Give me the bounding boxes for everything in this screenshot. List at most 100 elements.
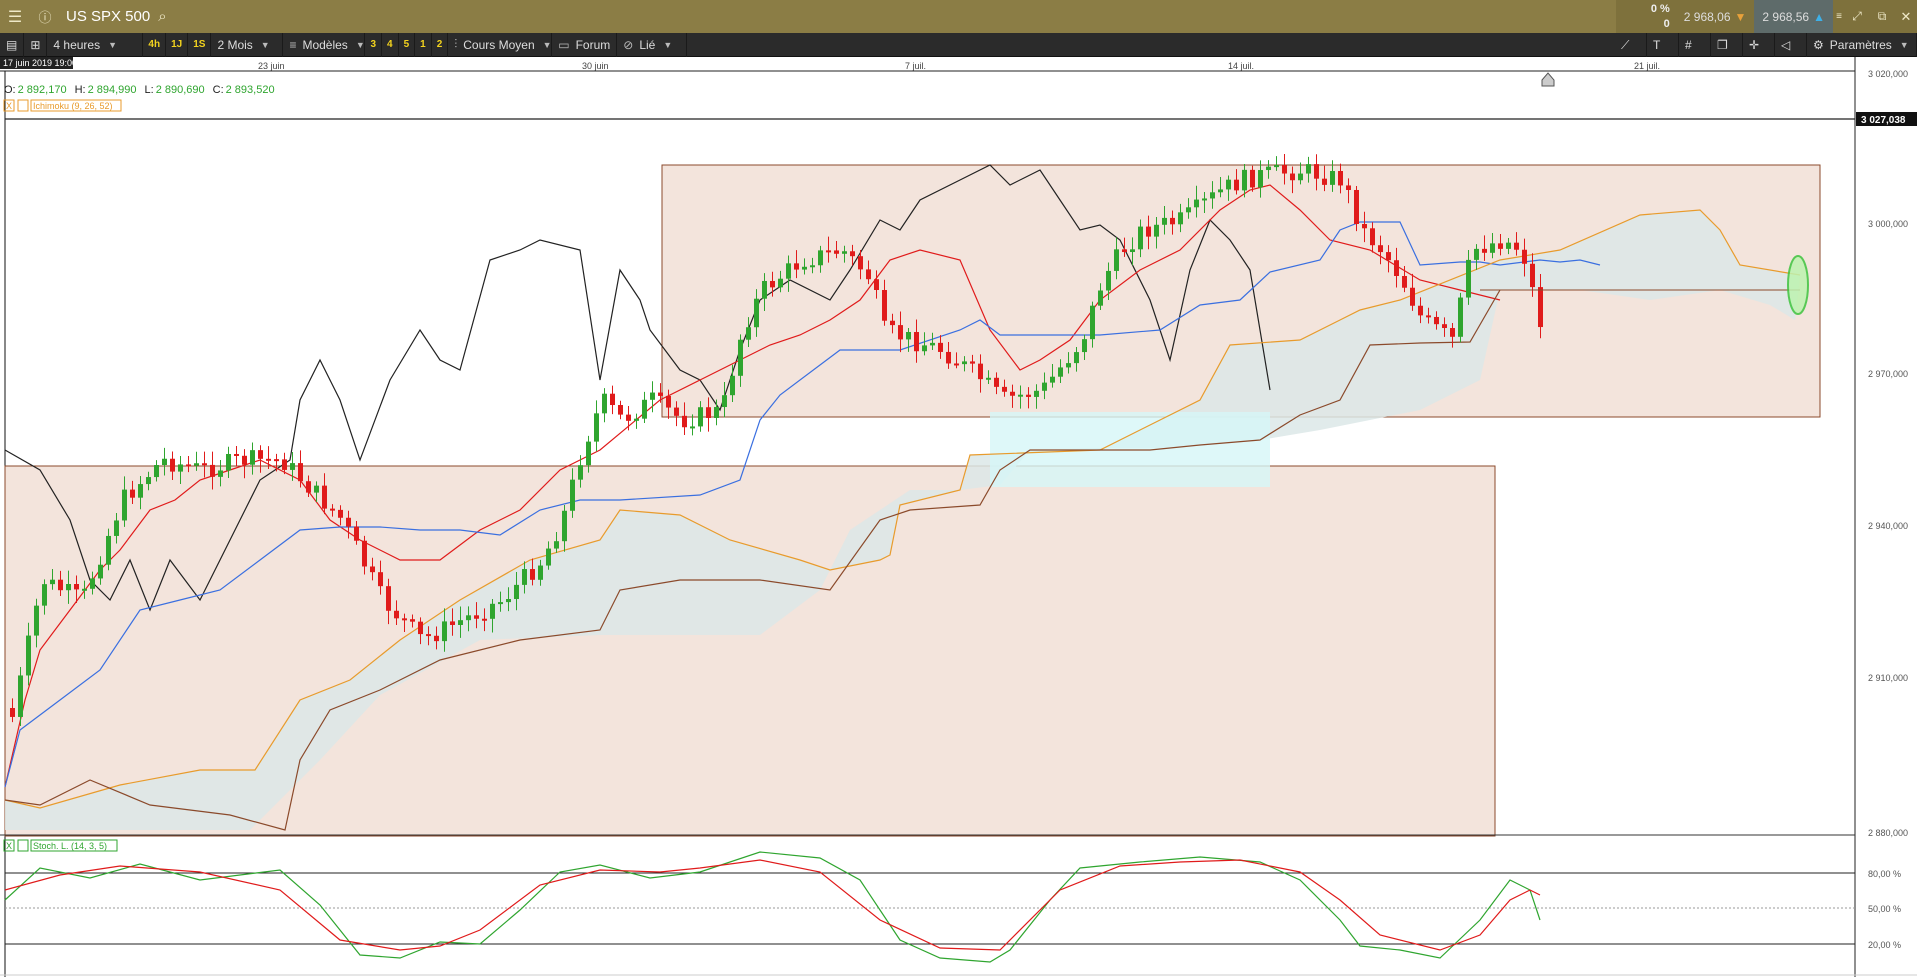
candle[interactable] xyxy=(1490,243,1495,253)
candle[interactable] xyxy=(162,458,167,466)
candle[interactable] xyxy=(354,526,359,541)
candle[interactable] xyxy=(1418,305,1423,316)
candle[interactable] xyxy=(1426,315,1431,318)
candle[interactable] xyxy=(42,584,47,606)
candle[interactable] xyxy=(1450,328,1455,337)
candle[interactable] xyxy=(1146,226,1151,237)
candle[interactable] xyxy=(1242,169,1247,191)
candle[interactable] xyxy=(178,464,183,472)
candle[interactable] xyxy=(954,363,959,366)
candle[interactable] xyxy=(66,584,71,591)
tag-icon[interactable]: ◁ xyxy=(1775,33,1807,57)
preset-2[interactable]: 2 xyxy=(432,32,449,57)
candle[interactable] xyxy=(90,578,95,589)
candle[interactable] xyxy=(1202,198,1207,201)
trendline-icon[interactable]: ⟋ xyxy=(1615,33,1647,57)
candle[interactable] xyxy=(882,290,887,321)
candle[interactable] xyxy=(1082,339,1087,353)
candle[interactable] xyxy=(786,263,791,279)
candle[interactable] xyxy=(1074,352,1079,364)
grid-icon[interactable]: # xyxy=(1679,33,1711,57)
candle[interactable] xyxy=(698,407,703,427)
candle[interactable] xyxy=(410,619,415,622)
candle[interactable] xyxy=(1042,382,1047,391)
candle[interactable] xyxy=(674,407,679,416)
candle[interactable] xyxy=(1370,228,1375,246)
candle[interactable] xyxy=(1170,217,1175,225)
menu-icon[interactable]: ☰ xyxy=(0,0,30,33)
candle[interactable] xyxy=(402,618,407,621)
candle[interactable] xyxy=(186,464,191,467)
candle[interactable] xyxy=(858,256,863,270)
candle[interactable] xyxy=(1282,165,1287,174)
candle[interactable] xyxy=(594,413,599,442)
candle[interactable] xyxy=(762,280,767,299)
candle[interactable] xyxy=(514,584,519,600)
candle[interactable] xyxy=(50,579,55,585)
candle[interactable] xyxy=(1466,259,1471,298)
candle[interactable] xyxy=(234,453,239,456)
candle[interactable] xyxy=(586,441,591,466)
candle[interactable] xyxy=(1162,217,1167,225)
candle[interactable] xyxy=(26,635,31,676)
candle[interactable] xyxy=(794,263,799,270)
candle[interactable] xyxy=(466,615,471,621)
candle[interactable] xyxy=(154,465,159,478)
candle[interactable] xyxy=(1218,189,1223,193)
candle[interactable] xyxy=(18,675,23,717)
candle[interactable] xyxy=(442,621,447,642)
candle[interactable] xyxy=(1386,252,1391,261)
candle[interactable] xyxy=(1482,248,1487,253)
candle[interactable] xyxy=(194,463,199,466)
candle[interactable] xyxy=(1330,171,1335,185)
candle[interactable] xyxy=(1346,185,1351,190)
candle[interactable] xyxy=(538,565,543,580)
candle[interactable] xyxy=(1378,245,1383,253)
popout-icon[interactable]: ⧉ xyxy=(1869,0,1895,33)
candle[interactable] xyxy=(522,569,527,585)
candle[interactable] xyxy=(378,572,383,587)
candle[interactable] xyxy=(1026,394,1031,397)
candle[interactable] xyxy=(690,426,695,429)
candle[interactable] xyxy=(1122,249,1127,253)
candle[interactable] xyxy=(322,485,327,509)
candle[interactable] xyxy=(1234,179,1239,191)
candle[interactable] xyxy=(922,345,927,352)
candle[interactable] xyxy=(130,489,135,498)
candle[interactable] xyxy=(106,535,111,565)
candle[interactable] xyxy=(930,342,935,346)
candle[interactable] xyxy=(1514,242,1519,250)
candle[interactable] xyxy=(722,395,727,408)
target-ellipse[interactable] xyxy=(1787,255,1809,315)
candle[interactable] xyxy=(1010,391,1015,396)
candle[interactable] xyxy=(1106,270,1111,291)
candle[interactable] xyxy=(114,520,119,536)
candle[interactable] xyxy=(1090,305,1095,340)
candle[interactable] xyxy=(290,463,295,470)
candle[interactable] xyxy=(898,325,903,340)
candle[interactable] xyxy=(266,458,271,461)
candle[interactable] xyxy=(258,450,263,459)
candle[interactable] xyxy=(1402,276,1407,288)
candle[interactable] xyxy=(1506,242,1511,249)
candle[interactable] xyxy=(746,327,751,340)
candle[interactable] xyxy=(98,564,103,579)
candle[interactable] xyxy=(562,510,567,542)
candle[interactable] xyxy=(274,459,279,462)
candle[interactable] xyxy=(1034,390,1039,397)
candle[interactable] xyxy=(834,250,839,254)
close-icon[interactable]: ✕ xyxy=(1895,0,1917,33)
candle[interactable] xyxy=(1154,224,1159,237)
expand-icon[interactable]: ⤢ xyxy=(1845,0,1869,33)
candle[interactable] xyxy=(346,517,351,527)
candle[interactable] xyxy=(386,586,391,611)
models-select[interactable]: ≡ Modèles ▼ xyxy=(283,32,366,57)
info-icon[interactable]: ⓘ xyxy=(30,0,60,33)
candle[interactable] xyxy=(738,339,743,376)
candle[interactable] xyxy=(10,708,15,717)
candle[interactable] xyxy=(554,541,559,549)
candle[interactable] xyxy=(202,463,207,466)
candle[interactable] xyxy=(58,579,63,591)
candle[interactable] xyxy=(754,298,759,328)
text-tool-icon[interactable]: T xyxy=(1647,33,1679,57)
